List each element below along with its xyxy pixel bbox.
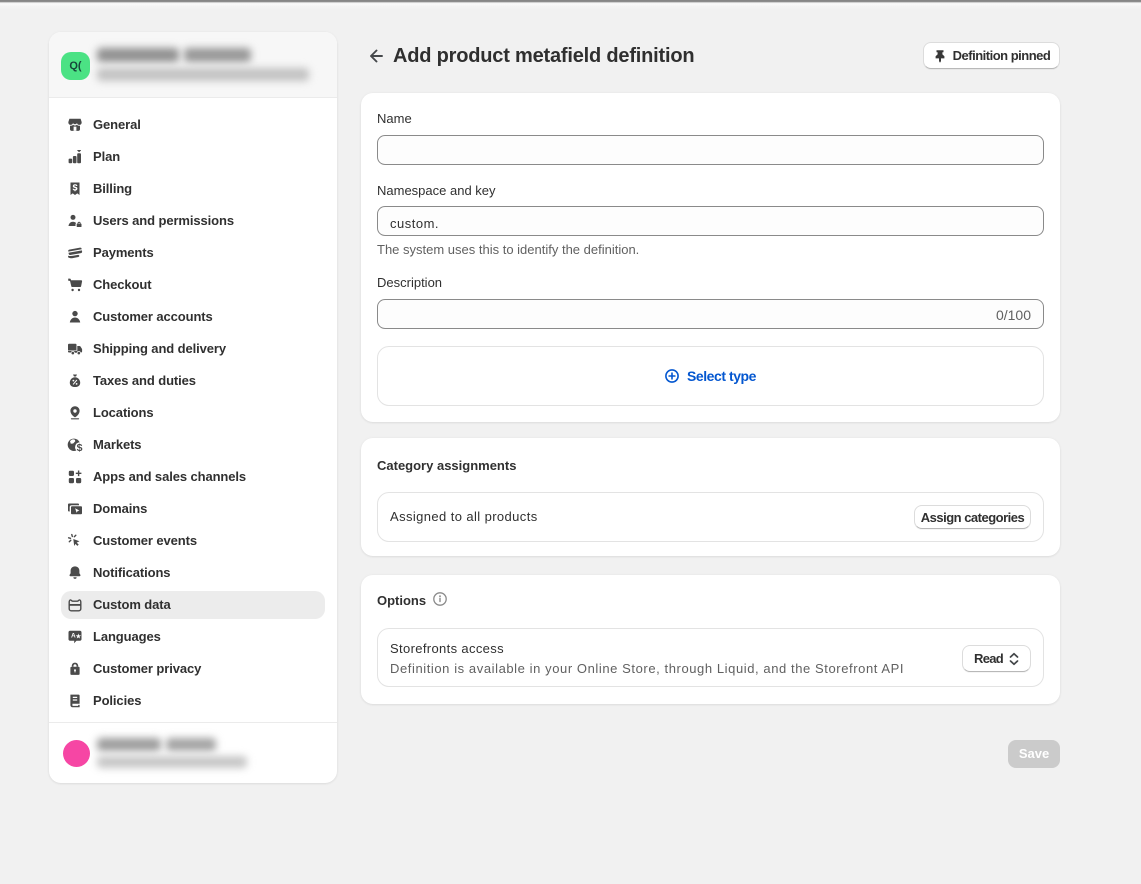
svg-text:★: ★ — [75, 633, 81, 641]
svg-text:$: $ — [77, 442, 83, 453]
